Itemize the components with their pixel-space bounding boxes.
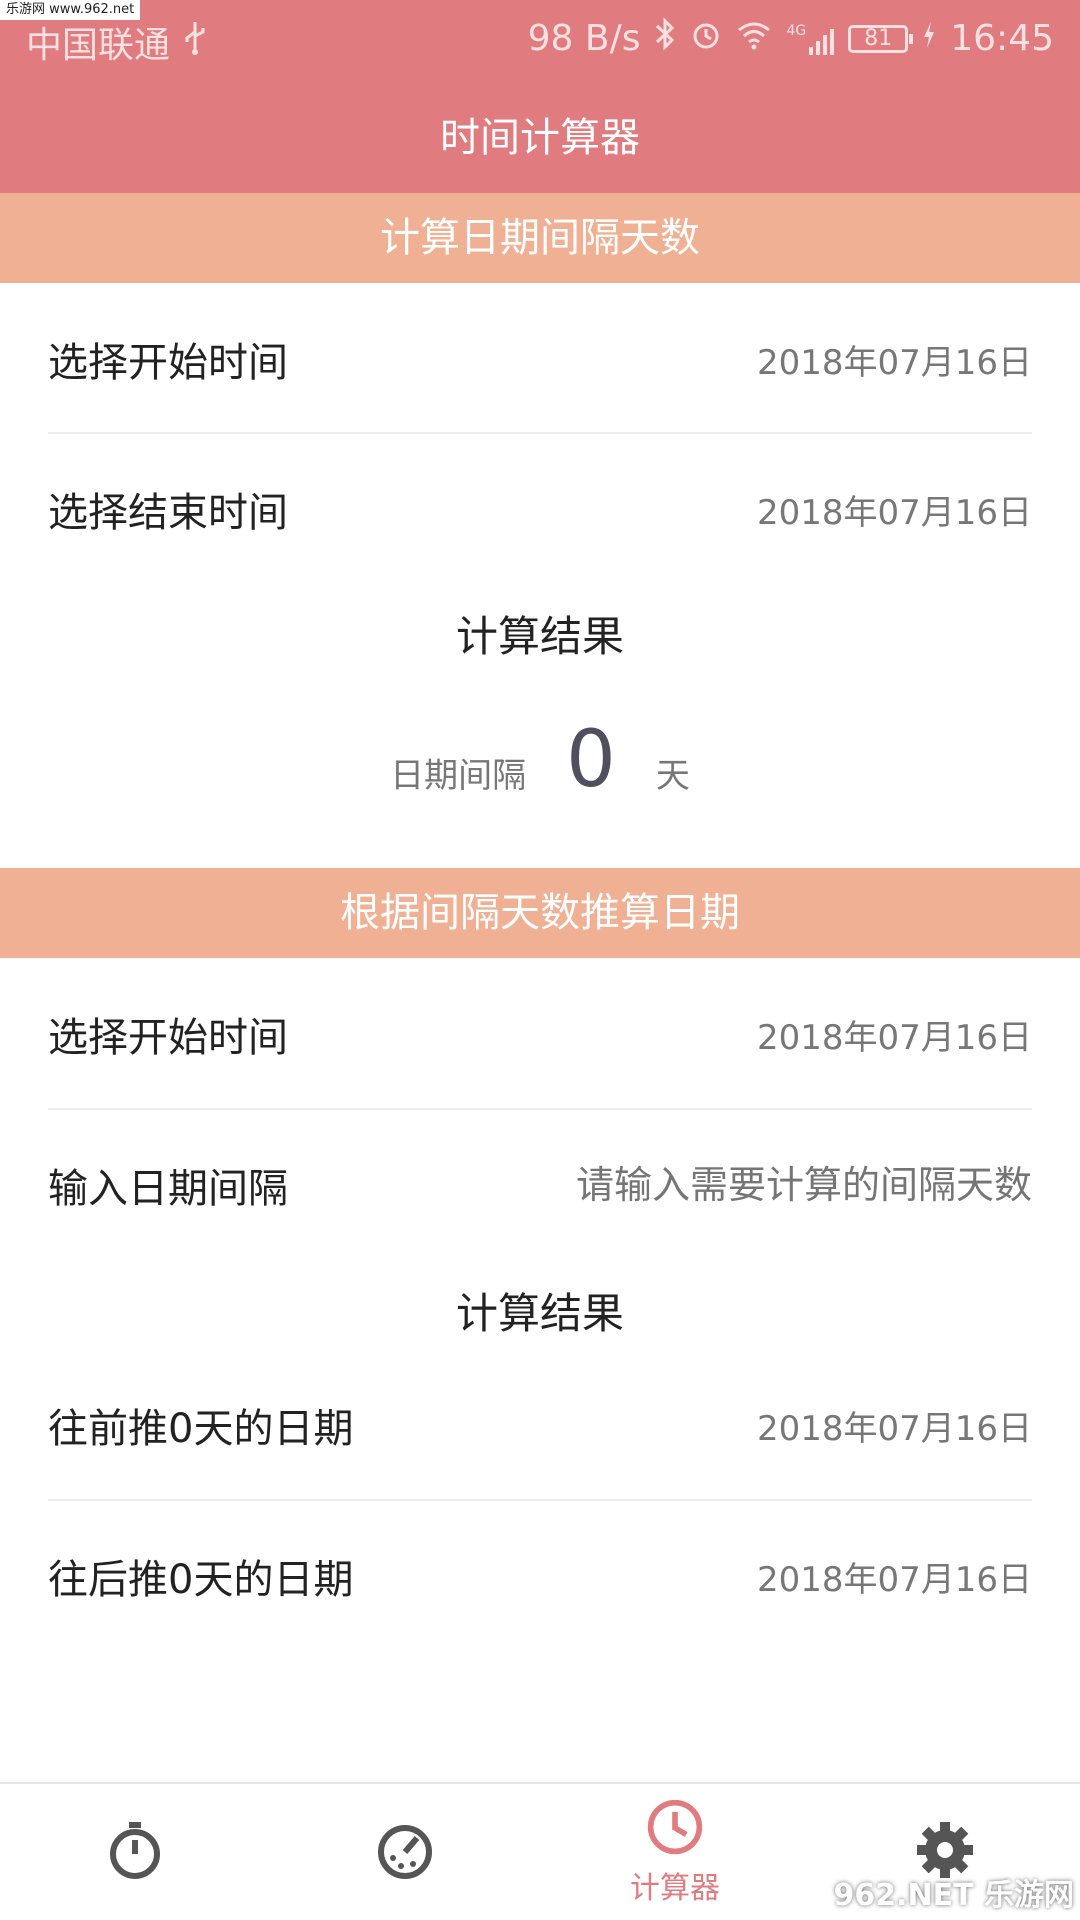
s2-start-time-label: 选择开始时间 xyxy=(48,1015,288,1061)
s1-start-time-label: 选择开始时间 xyxy=(48,340,288,386)
s2-interval-input-row[interactable]: 输入日期间隔 xyxy=(48,1110,1032,1260)
s2-after-value: 2018年07月16日 xyxy=(756,1559,1032,1600)
section-infer-date-header: 根据间隔天数推算日期 xyxy=(0,868,1080,958)
section-date-interval-header: 计算日期间隔天数 xyxy=(0,193,1080,283)
interval-suffix: 天 xyxy=(655,755,690,796)
clock-time: 16:45 xyxy=(950,18,1054,59)
watermark-bottom: 962.NET 乐游网 xyxy=(833,1878,1074,1913)
s1-start-time-value[interactable]: 2018年07月16日 xyxy=(757,335,1032,384)
status-bar: 中国联通 98 B/s 4G 81 16:45 xyxy=(0,0,1080,75)
s2-result-title: 计算结果 xyxy=(455,1289,624,1338)
clock-icon xyxy=(645,1797,705,1861)
s2-before-value: 2018年07月16日 xyxy=(756,1408,1032,1449)
battery-icon: 81 xyxy=(848,24,914,53)
signal-icon: 4G xyxy=(786,22,835,55)
interval-days-input[interactable] xyxy=(472,1163,1032,1207)
s2-after-row: 往后推0天的日期 2018年07月16日 xyxy=(48,1501,1032,1651)
network-type: 4G xyxy=(786,22,807,39)
s1-end-time-value[interactable]: 2018年07月16日 xyxy=(757,485,1032,534)
s2-start-time-row[interactable]: 选择开始时间 2018年07月16日 xyxy=(48,959,1032,1109)
s2-before-row: 往前推0天的日期 2018年07月16日 xyxy=(48,1350,1032,1500)
watermark-top: 乐游网 www.962.net xyxy=(0,0,141,20)
tab-calculator[interactable]: 计算器 xyxy=(540,1784,810,1920)
tab-calculator-label: 计算器 xyxy=(630,1871,720,1906)
s2-after-label: 往后推0天的日期 xyxy=(48,1557,354,1603)
s1-interval-result: 日期间隔 0 天 xyxy=(0,705,1080,815)
timer-dial-icon xyxy=(373,1818,437,1886)
s1-end-time-row[interactable]: 选择结束时间 2018年07月16日 xyxy=(48,434,1032,584)
app-header: 中国联通 98 B/s 4G 81 16:45 时间计算器 xyxy=(0,0,1080,193)
usb-icon xyxy=(182,20,208,65)
page-title: 时间计算器 xyxy=(440,115,640,161)
charging-icon xyxy=(922,18,936,59)
s1-start-time-row[interactable]: 选择开始时间 2018年07月16日 xyxy=(48,284,1032,434)
interval-prefix: 日期间隔 xyxy=(390,755,527,796)
stopwatch-icon xyxy=(103,1818,167,1886)
net-speed: 98 B/s xyxy=(527,18,641,59)
tab-timer[interactable] xyxy=(270,1784,540,1920)
s2-start-time-value[interactable]: 2018年07月16日 xyxy=(757,1010,1032,1059)
battery-level: 81 xyxy=(864,25,893,51)
s2-before-label: 往前推0天的日期 xyxy=(48,1406,354,1452)
bluetooth-icon xyxy=(654,16,676,61)
carrier-name: 中国联通 xyxy=(26,25,171,66)
s1-end-time-label: 选择结束时间 xyxy=(48,490,288,536)
wifi-icon xyxy=(736,18,772,59)
alarm-icon xyxy=(690,18,722,59)
s2-interval-label: 输入日期间隔 xyxy=(48,1166,288,1212)
interval-value: 0 xyxy=(566,715,616,805)
s1-result-title: 计算结果 xyxy=(455,612,624,661)
tab-stopwatch[interactable] xyxy=(0,1784,270,1920)
